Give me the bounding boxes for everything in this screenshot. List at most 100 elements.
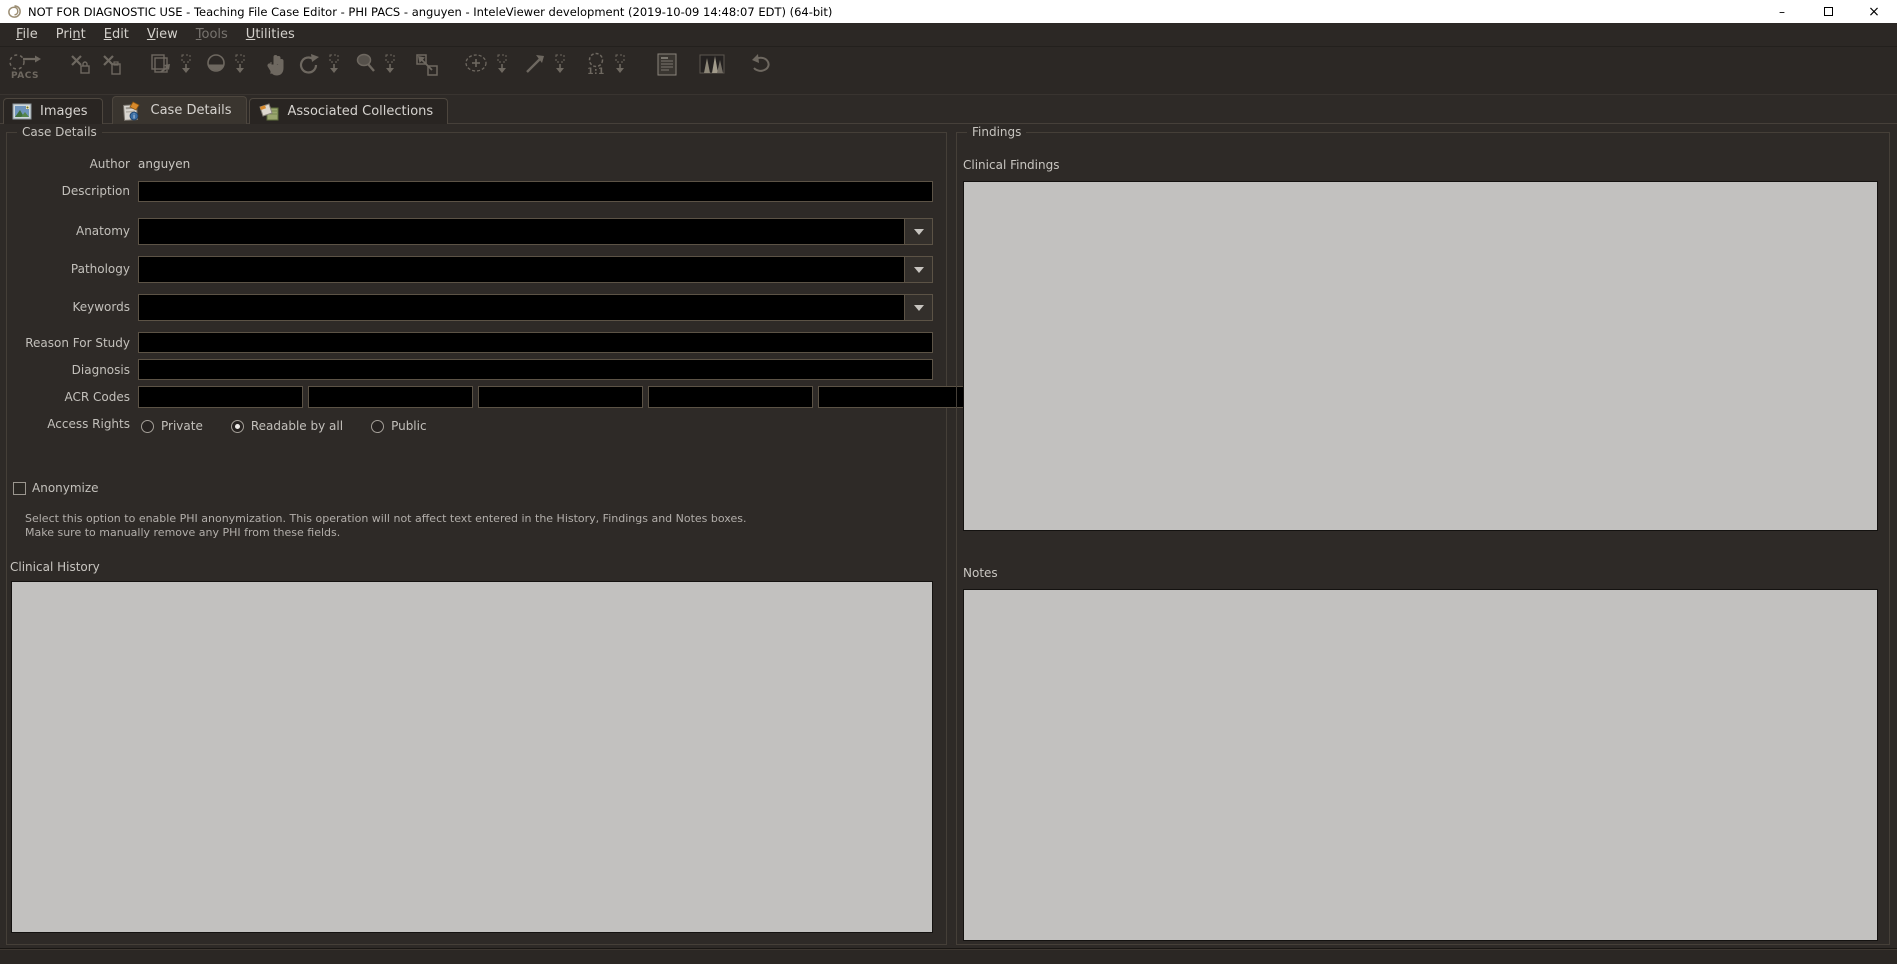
tab-case-details-label: Case Details xyxy=(151,103,232,118)
keywords-dropdown-button[interactable] xyxy=(904,295,932,320)
diagnosis-label: Diagnosis xyxy=(10,363,130,377)
pathology-input[interactable] xyxy=(139,257,904,282)
access-private-label: Private xyxy=(161,419,203,433)
chevron-down-icon xyxy=(914,305,924,311)
diagnosis-input[interactable] xyxy=(138,359,933,380)
maximize-icon xyxy=(1824,7,1833,16)
roi-ellipse-icon xyxy=(462,52,490,78)
actual-size-icon: 1:1 xyxy=(584,52,608,77)
tab-images[interactable]: Images xyxy=(3,98,103,124)
case-details-group-title: Case Details xyxy=(17,125,102,139)
acr-code-input-1[interactable] xyxy=(138,386,303,408)
access-readable-label: Readable by all xyxy=(251,419,343,433)
acr-code-input-2[interactable] xyxy=(308,386,473,408)
anonymize-label: Anonymize xyxy=(32,481,99,495)
pathology-dropdown-button[interactable] xyxy=(904,257,932,282)
app-icon xyxy=(7,4,22,19)
magnify-dropdown-icon xyxy=(382,52,398,78)
minimize-button[interactable]: – xyxy=(1759,0,1805,23)
notes-label: Notes xyxy=(963,566,998,580)
radio-button-public[interactable] xyxy=(371,420,384,433)
arrow-annotation-icon xyxy=(522,52,548,78)
report-icon xyxy=(654,52,680,78)
reason-for-study-input[interactable] xyxy=(138,332,933,353)
access-rights-label: Access Rights xyxy=(10,417,130,431)
tab-associated-collections-label: Associated Collections xyxy=(288,104,434,119)
clinical-history-textarea[interactable] xyxy=(11,581,933,933)
acr-codes-row xyxy=(138,386,933,408)
acr-code-input-3[interactable] xyxy=(478,386,643,408)
access-private-option[interactable]: Private xyxy=(141,419,203,433)
clinical-findings-label: Clinical Findings xyxy=(963,158,1059,172)
keywords-label: Keywords xyxy=(10,300,130,314)
maximize-button[interactable] xyxy=(1805,0,1851,23)
menu-view[interactable]: View xyxy=(138,25,187,44)
menu-utilities[interactable]: Utilities xyxy=(237,25,304,44)
reset-icon xyxy=(748,52,774,78)
reason-for-study-label: Reason For Study xyxy=(10,336,130,350)
status-bar xyxy=(0,948,1897,964)
close-button[interactable]: × xyxy=(1851,0,1897,23)
chevron-down-icon xyxy=(914,229,924,235)
menu-file[interactable]: File xyxy=(7,25,47,44)
anatomy-input[interactable] xyxy=(139,219,904,244)
actual-size-dropdown-icon xyxy=(612,52,628,78)
access-readable-option[interactable]: Readable by all xyxy=(231,419,343,433)
roi-dropdown-icon xyxy=(494,52,510,78)
keywords-input[interactable] xyxy=(139,295,904,320)
description-input[interactable] xyxy=(138,181,933,202)
refresh-icon xyxy=(296,52,322,78)
anatomy-combobox[interactable] xyxy=(138,218,933,245)
notes-textarea[interactable] xyxy=(963,589,1878,941)
toolbar: PACS xyxy=(0,47,1897,95)
layout-dropdown-icon xyxy=(178,52,194,78)
author-value: anguyen xyxy=(138,157,190,171)
arrow-dropdown-icon xyxy=(552,52,568,78)
acr-code-input-4[interactable] xyxy=(648,386,813,408)
pan-tool-icon xyxy=(264,52,288,78)
content-area: Case Details Author anguyen Description … xyxy=(0,124,1897,964)
titlebar: NOT FOR DIAGNOSTIC USE - Teaching File C… xyxy=(0,0,1897,23)
image-histogram-icon xyxy=(698,52,726,78)
anatomy-dropdown-button[interactable] xyxy=(904,219,932,244)
radio-button-private[interactable] xyxy=(141,420,154,433)
anatomy-label: Anatomy xyxy=(10,224,130,238)
anonymize-help-text: Select this option to enable PHI anonymi… xyxy=(25,512,769,539)
radio-button-readable-by-all[interactable] xyxy=(231,420,244,433)
window-title: NOT FOR DIAGNOSTIC USE - Teaching File C… xyxy=(28,5,1759,19)
clinical-history-label: Clinical History xyxy=(10,560,100,574)
findings-group-title: Findings xyxy=(967,125,1026,139)
anonymize-checkbox[interactable] xyxy=(13,482,26,495)
access-public-option[interactable]: Public xyxy=(371,419,427,433)
tab-images-label: Images xyxy=(40,104,88,119)
svg-text:i: i xyxy=(133,112,135,120)
associated-collections-tab-icon xyxy=(258,102,280,121)
menu-tools: Tools xyxy=(187,25,237,44)
tab-bar: Images i Case Details Associated Collect… xyxy=(0,95,1897,124)
tab-associated-collections[interactable]: Associated Collections xyxy=(249,98,449,124)
window-level-icon xyxy=(204,52,228,78)
menubar: File Print Edit View Tools Utilities xyxy=(0,23,1897,47)
window-level-dropdown-icon xyxy=(232,52,248,78)
teaching-file-case-editor-window: NOT FOR DIAGNOSTIC USE - Teaching File C… xyxy=(0,0,1897,964)
menu-print[interactable]: Print xyxy=(47,25,95,44)
acr-codes-label: ACR Codes xyxy=(10,390,130,404)
chevron-down-icon xyxy=(914,267,924,273)
magnify-icon xyxy=(354,52,378,78)
send-to-pacs-icon: PACS xyxy=(6,52,44,81)
close-study-icon xyxy=(68,52,92,78)
close-all-studies-icon xyxy=(100,52,124,78)
resize-image-icon xyxy=(414,52,440,78)
description-label: Description xyxy=(10,184,130,198)
clinical-findings-textarea[interactable] xyxy=(963,181,1878,531)
pathology-label: Pathology xyxy=(10,262,130,276)
case-details-tab-icon: i xyxy=(121,101,143,121)
tab-case-details[interactable]: i Case Details xyxy=(112,96,247,124)
keywords-combobox[interactable] xyxy=(138,294,933,321)
author-label: Author xyxy=(10,157,130,171)
access-rights-options: Private Readable by all Public xyxy=(141,419,427,433)
menu-edit[interactable]: Edit xyxy=(95,25,138,44)
pathology-combobox[interactable] xyxy=(138,256,933,283)
refresh-dropdown-icon xyxy=(326,52,342,78)
access-public-label: Public xyxy=(391,419,427,433)
